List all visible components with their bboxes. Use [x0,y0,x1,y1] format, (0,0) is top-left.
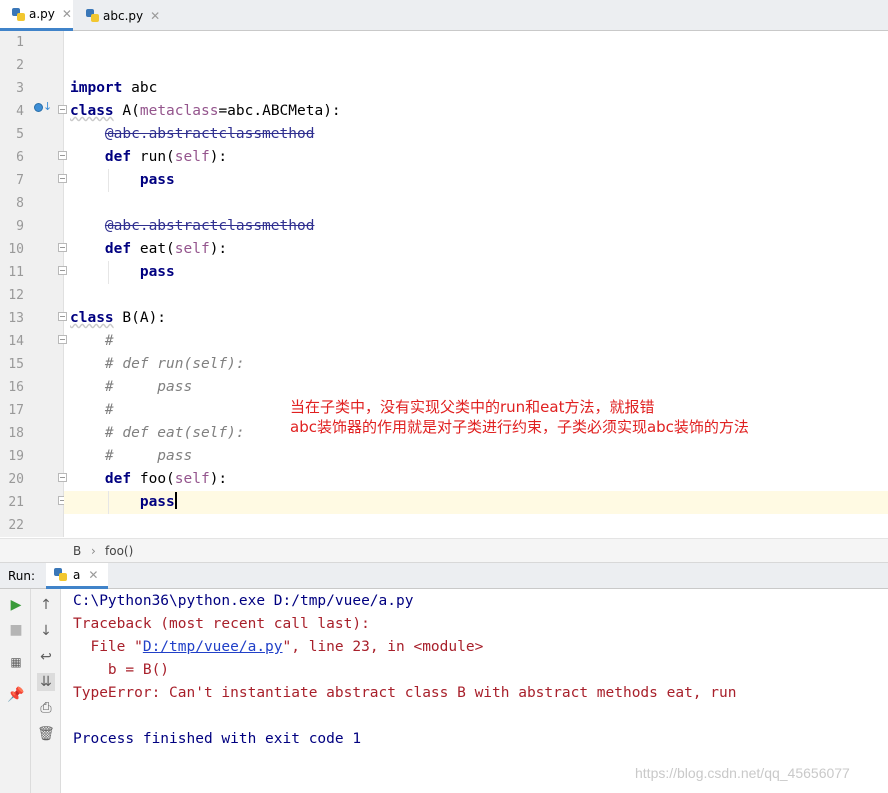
line-number: 1 [16,35,24,50]
tab-label: abc.py [103,8,144,23]
run-tab-label: a [73,567,81,582]
tab-a-py[interactable]: a.py ✕ [0,0,73,31]
line-number: 6 [16,150,24,165]
code-line-4: class A(metaclass=abc.ABCMeta): [70,103,341,119]
code-line-7: pass [139,172,175,188]
line-number: 18 [8,426,24,441]
line-number: 2 [16,58,24,73]
console-finished: Process finished with exit code 1 [73,731,362,747]
breadcrumb: B › foo() [0,538,888,563]
run-tool-window-header: Run: a ✕ [0,563,888,589]
line-number: 10 [8,242,24,257]
code-line-14: # [104,333,114,349]
python-file-icon [54,568,67,581]
line-number: 7 [16,173,24,188]
tab-abc-py[interactable]: abc.py ✕ [74,0,162,31]
run-label: Run: [8,569,36,583]
breadcrumb-separator: › [91,544,96,558]
annotation-note: 当在子类中，没有实现父类中的run和eat方法，就报错 abc装饰器的作用就是对… [290,397,749,437]
code-line-20: def foo(self): [104,471,228,487]
line-number: 16 [8,380,24,395]
console-code-line: b = B() [73,662,170,678]
watermark: https://blog.csdn.net/qq_45656077 [635,765,850,781]
layout-icon[interactable]: ▦ [7,653,25,671]
breadcrumb-item-class[interactable]: B [73,544,81,558]
line-number: 4 [16,104,24,119]
up-arrow-icon[interactable]: ↑ [37,596,55,614]
python-file-icon [86,9,99,22]
code-line-21: pass [139,492,177,510]
fold-icon[interactable] [58,174,67,183]
rerun-icon[interactable]: ▶ [7,596,25,614]
stop-icon[interactable]: ■ [7,621,25,639]
line-number: 11 [8,265,24,280]
code-line-16: # pass [104,379,193,395]
code-line-15: # def run(self): [104,356,245,372]
python-file-icon [12,7,25,21]
fold-icon[interactable] [58,105,67,114]
close-icon[interactable]: ✕ [88,568,98,582]
tab-label: a.py [29,7,55,21]
current-line-highlight [64,491,888,514]
line-number: 8 [16,196,24,211]
fold-icon[interactable] [58,243,67,252]
line-number: 12 [8,288,24,303]
line-number: 17 [8,403,24,418]
run-toolbar-secondary: ↑ ↓ ↩ ⇊ ⎙ 🗑 [31,589,61,793]
fold-icon[interactable] [58,266,67,275]
line-number: 15 [8,357,24,372]
line-number: 5 [16,127,24,142]
run-console[interactable]: C:\Python36\python.exe D:/tmp/vuee/a.py … [62,589,888,793]
scroll-to-end-icon[interactable]: ⇊ [37,673,55,691]
text-caret [174,492,177,509]
file-link[interactable]: D:/tmp/vuee/a.py [143,639,283,655]
console-file-line: File "D:/tmp/vuee/a.py", line 23, in <mo… [73,639,484,655]
code-line-17: # [104,402,114,418]
code-line-18: # def eat(self): [104,425,245,441]
print-icon[interactable]: ⎙ [37,699,55,717]
line-number: 9 [16,219,24,234]
code-line-11: pass [139,264,175,280]
fold-icon[interactable] [58,151,67,160]
fold-icon[interactable] [58,312,67,321]
pin-icon[interactable]: 📌 [7,686,25,704]
run-tab-a[interactable]: a ✕ [46,563,108,589]
line-number: 14 [8,334,24,349]
close-icon[interactable]: ✕ [150,9,160,23]
close-icon[interactable]: ✕ [62,7,72,21]
code-line-10: def eat(self): [104,241,228,257]
code-line-3: import abc [70,80,158,96]
down-arrow-icon[interactable]: ↓ [37,622,55,640]
code-line-6: def run(self): [104,149,228,165]
line-number: 19 [8,449,24,464]
line-number: 21 [8,495,24,510]
fold-icon[interactable] [58,473,67,482]
breadcrumb-item-method[interactable]: foo() [105,544,133,558]
code-line-13: class B(A): [70,310,167,326]
soft-wrap-icon[interactable]: ↩ [37,648,55,666]
console-traceback: Traceback (most recent call last): [73,616,370,632]
console-command-line: C:\Python36\python.exe D:/tmp/vuee/a.py [73,593,414,609]
line-number: 20 [8,472,24,487]
code-line-19: # pass [104,448,193,464]
editor-tab-bar: a.py ✕ abc.py ✕ [0,0,888,31]
console-error: TypeError: Can't instantiate abstract cl… [73,685,737,701]
code-line-5: @abc.abstractclassmethod [104,126,315,142]
annotation-line-2: abc装饰器的作用就是对子类进行约束，子类必须实现abc装饰的方法 [290,418,749,436]
editor-gutter: 1 2 3 4 5 6 7 8 9 10 11 12 13 14 15 16 17 18 19 20 21 22 ↓ [0,31,67,537]
line-number: 13 [8,311,24,326]
run-toolbar-primary: ▶ ■ ▦ 📌 [0,589,31,793]
fold-icon[interactable] [58,335,67,344]
annotation-line-1: 当在子类中，没有实现父类中的run和eat方法，就报错 [290,398,655,416]
line-number: 3 [16,81,24,96]
implemented-by-icon[interactable]: ↓ [34,100,52,114]
line-number: 22 [8,518,24,533]
trash-icon[interactable]: 🗑 [37,725,55,743]
code-editor[interactable]: 1 2 3 4 5 6 7 8 9 10 11 12 13 14 15 16 17 18 19 20 21 22 ↓ im… [0,31,888,537]
code-line-9: @abc.abstractclassmethod [104,218,315,234]
